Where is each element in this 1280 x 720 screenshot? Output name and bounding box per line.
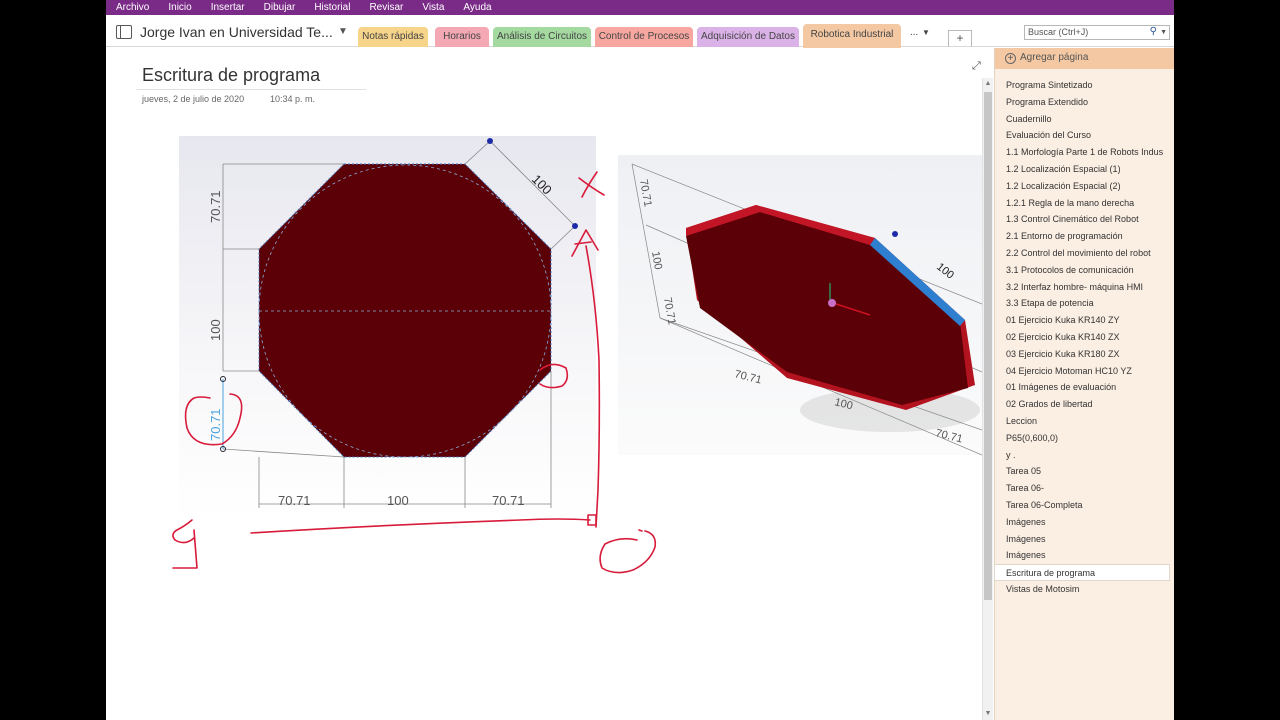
page-list-item[interactable]: Tarea 05 <box>995 463 1174 480</box>
page-list-item[interactable]: 3.2 Interfaz hombre- máquina HMI <box>995 279 1174 296</box>
left-sketch: 70.71 100 70.71 70.71 100 70.71 100 <box>179 136 596 520</box>
chevron-down-icon[interactable]: ▼ <box>338 26 348 37</box>
scroll-up-icon[interactable]: ▲ <box>983 78 993 90</box>
page-list-item[interactable]: 02 Ejercicio Kuka KR140 ZX <box>995 329 1174 346</box>
add-section-button[interactable]: + <box>948 30 972 47</box>
page-list-item[interactable]: Leccion <box>995 413 1174 430</box>
page-list-item[interactable]: 3.1 Protocolos de comunicación <box>995 262 1174 279</box>
dim-left-bottom: 70.71 <box>208 408 223 441</box>
page-canvas[interactable]: 70.71 100 70.71 70.71 100 70.71 100 70.7… <box>106 48 982 720</box>
expand-icon[interactable]: ⤢ <box>972 60 981 73</box>
page-list-item[interactable]: 3.3 Etapa de potencia <box>995 295 1174 312</box>
menu-dibujar[interactable]: Dibujar <box>264 0 296 15</box>
scroll-down-icon[interactable]: ▼ <box>983 708 993 720</box>
page-list-item[interactable]: 1.1 Morfología Parte 1 de Robots Indus <box>995 144 1174 161</box>
octagon-2d <box>258 163 552 458</box>
tab-control-de-procesos[interactable]: Control de Procesos <box>595 27 693 47</box>
page-list-item[interactable]: 01 Imágenes de evaluación <box>995 379 1174 396</box>
page-list-item[interactable]: y . <box>995 447 1174 464</box>
tab-adquisicion-de-datos[interactable]: Adquisición de Datos <box>697 27 799 47</box>
page-list-item[interactable]: 1.3 Control Cinemático del Robot <box>995 211 1174 228</box>
tab-notas-rapidas[interactable]: Notas rápidas <box>358 27 428 47</box>
menu-inicio[interactable]: Inicio <box>168 0 191 15</box>
page-list-item[interactable]: 1.2.1 Regla de la mano derecha <box>995 195 1174 212</box>
tab-horarios[interactable]: Horarios <box>435 27 489 47</box>
page-list-item[interactable]: 01 Ejercicio Kuka KR140 ZY <box>995 312 1174 329</box>
dim-left-top: 70.71 <box>208 190 223 223</box>
search-input[interactable]: Buscar (Ctrl+J) ⚲ ▼ <box>1024 25 1170 40</box>
page-list-item[interactable]: Imágenes <box>995 547 1174 564</box>
page-list-item[interactable]: 1.2 Localización Espacial (2) <box>995 178 1174 195</box>
menu-ayuda[interactable]: Ayuda <box>463 0 491 15</box>
page-title[interactable]: Escritura de programa <box>142 65 320 86</box>
menu-historial[interactable]: Historial <box>314 0 350 15</box>
chevron-down-icon[interactable]: ▼ <box>1160 26 1167 39</box>
page-list-item[interactable]: Escritura de programa <box>994 564 1170 581</box>
notebook-bar: Jorge Ivan en Universidad Te... ▼ Notas … <box>106 15 1174 48</box>
page-list-item[interactable]: 02 Grados de libertad <box>995 396 1174 413</box>
title-divider <box>136 89 366 90</box>
right-3d-view: 70.71 100 70.71 70.71 100 70.71 100 <box>618 155 982 456</box>
page-list-item[interactable]: Tarea 06-Completa <box>995 497 1174 514</box>
page-list-item[interactable]: P65(0,600,0) <box>995 430 1174 447</box>
dim-left-mid: 100 <box>208 319 223 341</box>
page-list-item[interactable]: 2.1 Entorno de programación <box>995 228 1174 245</box>
page-list-item[interactable]: Cuadernillo <box>995 111 1174 128</box>
add-page-button[interactable]: + Agregar página <box>995 48 1174 69</box>
menu-archivo[interactable]: Archivo <box>116 0 149 15</box>
chevron-down-icon[interactable]: ▼ <box>922 28 930 37</box>
menu-bar: Archivo Inicio Insertar Dibujar Historia… <box>106 0 1174 15</box>
page-list-item[interactable]: Programa Sintetizado <box>995 77 1174 94</box>
page-time: 10:34 p. m. <box>270 94 316 104</box>
page-list-item[interactable]: 1.2 Localización Espacial (1) <box>995 161 1174 178</box>
page-list-item[interactable]: 04 Ejercicio Motoman HC10 YZ <box>995 363 1174 380</box>
notebook-icon[interactable] <box>116 25 132 39</box>
scroll-thumb[interactable] <box>984 92 992 600</box>
menu-insertar[interactable]: Insertar <box>211 0 245 15</box>
notebook-title[interactable]: Jorge Ivan en Universidad Te... <box>140 24 333 40</box>
page-list-item[interactable]: Vistas de Motosim <box>995 581 1174 598</box>
dim-bottom-a: 70.71 <box>278 493 311 508</box>
page-date: jueves, 2 de julio de 2020 <box>142 94 245 104</box>
menu-vista[interactable]: Vista <box>422 0 444 15</box>
drawing-canvas: 70.71 100 70.71 70.71 100 70.71 100 70.7… <box>172 136 982 574</box>
page-list-item[interactable]: Tarea 06- <box>995 480 1174 497</box>
page-list-item[interactable]: Imágenes <box>995 531 1174 548</box>
plus-circle-icon: + <box>1005 53 1016 64</box>
vertical-scrollbar[interactable]: ▲ ▼ <box>982 78 993 720</box>
tab-robotica-industrial[interactable]: Robotica Industrial <box>803 24 901 48</box>
menu-revisar[interactable]: Revisar <box>369 0 403 15</box>
page-list-item[interactable]: Imágenes <box>995 514 1174 531</box>
onenote-window: Archivo Inicio Insertar Dibujar Historia… <box>106 0 1174 720</box>
page-list-item[interactable]: Evaluación del Curso <box>995 127 1174 144</box>
page-list-item[interactable]: 2.2 Control del movimiento del robot <box>995 245 1174 262</box>
tab-analisis-de-circuitos[interactable]: Análisis de Circuitos <box>493 27 591 47</box>
add-page-label: Agregar página <box>1020 52 1089 63</box>
search-placeholder: Buscar (Ctrl+J) <box>1028 27 1089 37</box>
dim-bottom-c: 70.71 <box>492 493 525 508</box>
pages-pane: + Agregar página Programa Sintetizado Prog… <box>994 48 1174 720</box>
page-list-item[interactable]: 03 Ejercicio Kuka KR180 ZX <box>995 346 1174 363</box>
page-list-item[interactable]: Programa Extendido <box>995 94 1174 111</box>
dim-bottom-b: 100 <box>387 493 409 508</box>
search-icon[interactable]: ⚲ <box>1150 25 1157 38</box>
page-list: Programa Sintetizado Programa Extendido Cu… <box>994 77 1174 598</box>
